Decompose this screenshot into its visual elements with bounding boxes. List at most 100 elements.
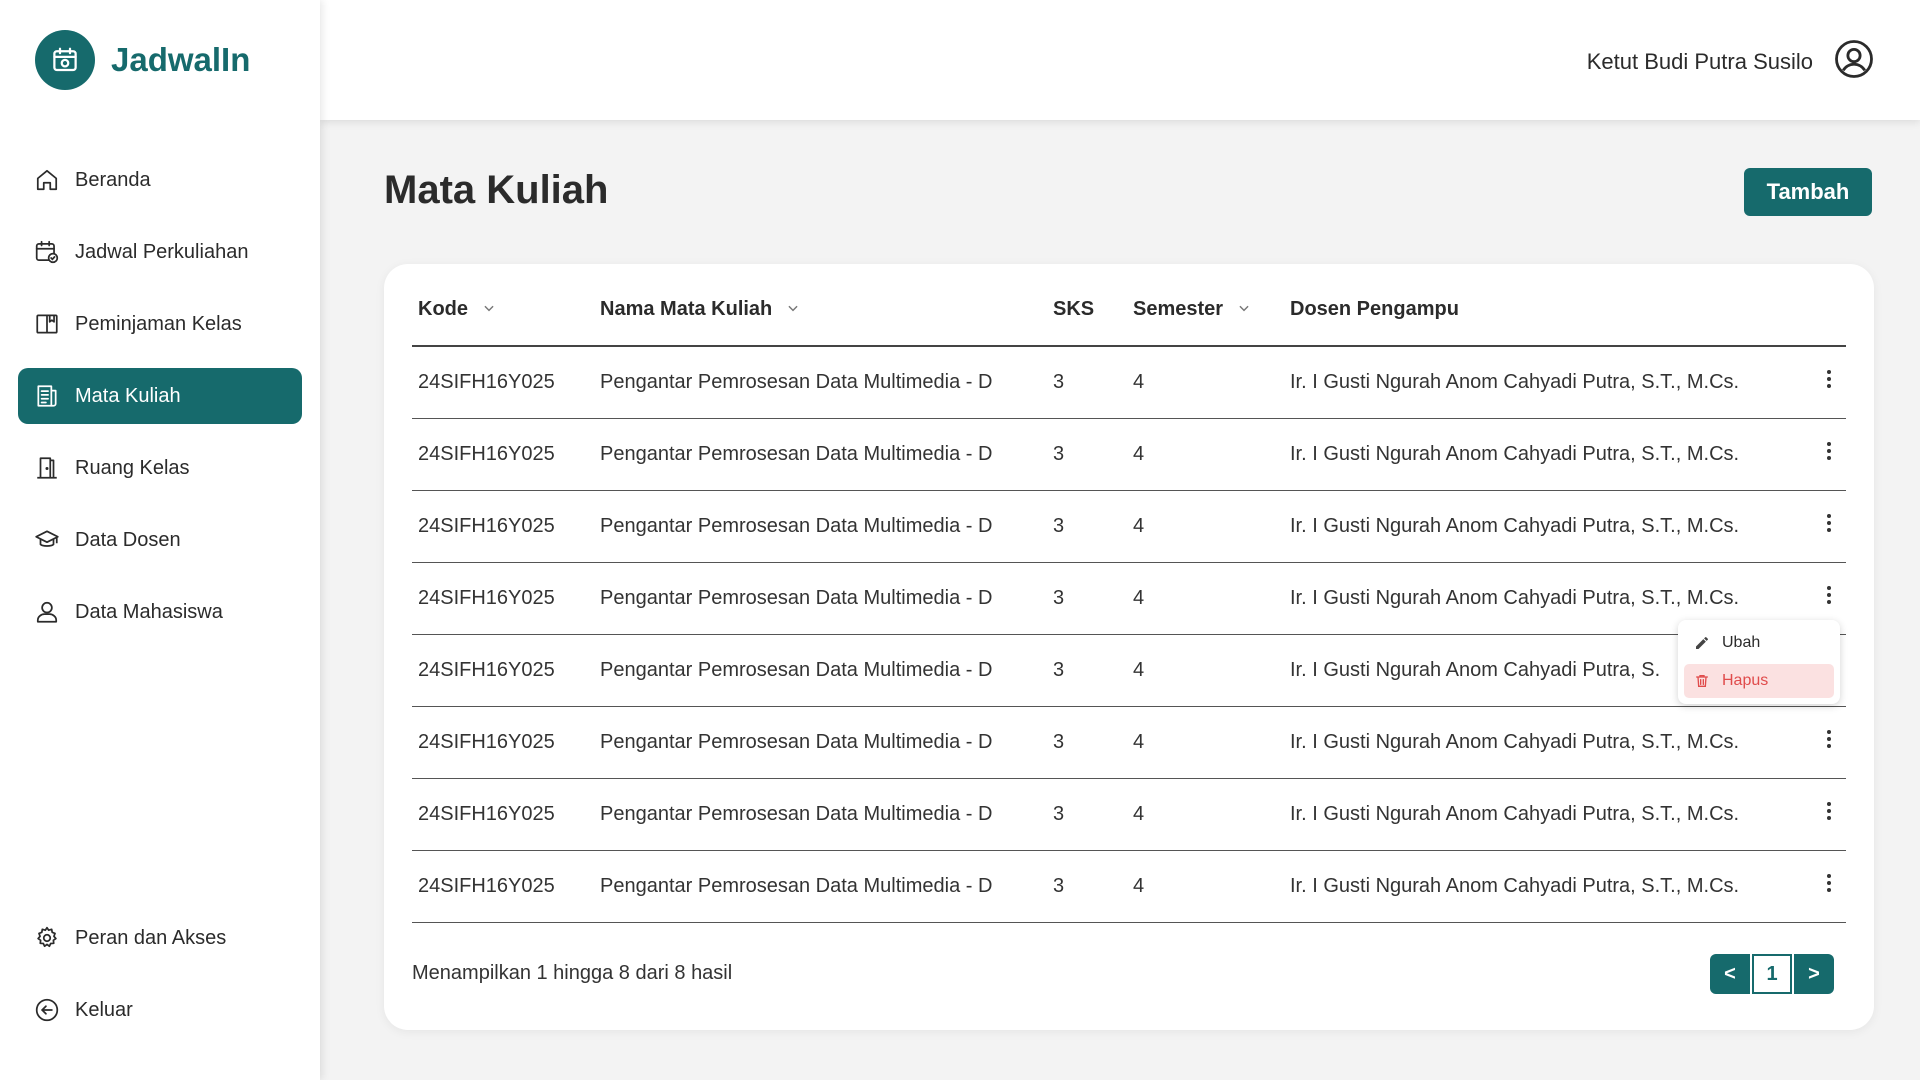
column-header-dosen-pengampu: Dosen Pengampu [1284, 274, 1806, 347]
chevron-down-icon[interactable] [482, 298, 496, 321]
cell-nama: Pengantar Pemrosesan Data Multimedia - D [594, 850, 1047, 923]
more-vertical-icon[interactable] [1826, 730, 1832, 754]
graduation-cap-icon [32, 525, 62, 555]
cell-nama: Pengantar Pemrosesan Data Multimedia - D [594, 418, 1047, 491]
sidebar-item-data-dosen[interactable]: Data Dosen [18, 512, 302, 568]
more-vertical-icon[interactable] [1826, 442, 1832, 466]
course-table-card: Kode Nama Mata Kuliah SKS Semester Dosen… [384, 264, 1874, 1030]
table-row: 24SIFH16Y025 Pengantar Pemrosesan Data M… [412, 562, 1846, 635]
cell-dosen: Ir. I Gusti Ngurah Anom Cahyadi Putra, S… [1284, 490, 1806, 563]
cell-sks: 3 [1047, 490, 1127, 563]
table-header-row: Kode Nama Mata Kuliah SKS Semester Dosen… [412, 274, 1846, 347]
cell-semester: 4 [1127, 346, 1284, 419]
edit-label: Ubah [1722, 634, 1761, 651]
column-header-label: Nama Mata Kuliah [600, 297, 773, 320]
cell-dosen: Ir. I Gusti Ngurah Anom Cahyadi Putra, S… [1284, 706, 1806, 779]
sidebar-item-peran-dan-akses[interactable]: Peran dan Akses [18, 910, 302, 966]
cell-semester: 4 [1127, 778, 1284, 851]
page-title: Mata Kuliah [384, 168, 609, 212]
brand-name: JadwalIn [111, 41, 251, 78]
sidebar-nav: Beranda Jadwal Perkuliahan Peminjaman Ke… [18, 152, 302, 656]
book-icon [32, 309, 62, 339]
cell-dosen: Ir. I Gusti Ngurah Anom Cahyadi Putra, S… [1284, 778, 1806, 851]
logout-icon [32, 995, 62, 1025]
column-header-kode[interactable]: Kode [412, 274, 594, 347]
top-header: Ketut Budi Putra Susilo [320, 0, 1920, 120]
door-icon [32, 453, 62, 483]
pagination: < 1 > [1710, 954, 1834, 994]
cell-sks: 3 [1047, 778, 1127, 851]
column-header-label: Semester [1133, 297, 1224, 320]
sidebar-item-ruang-kelas[interactable]: Ruang Kelas [18, 440, 302, 496]
previous-page-button[interactable]: < [1710, 954, 1750, 994]
row-menu-button[interactable] [1806, 706, 1846, 779]
cell-kode: 24SIFH16Y025 [412, 634, 594, 707]
more-vertical-icon[interactable] [1826, 802, 1832, 826]
cell-nama: Pengantar Pemrosesan Data Multimedia - D [594, 490, 1047, 563]
column-header-label: SKS [1053, 298, 1095, 320]
cell-kode: 24SIFH16Y025 [412, 418, 594, 491]
document-list-icon [32, 381, 62, 411]
column-header-sks: SKS [1047, 274, 1127, 347]
row-menu-button[interactable] [1806, 490, 1846, 563]
user-name: Ketut Budi Putra Susilo [1586, 48, 1813, 74]
pencil-icon [1692, 635, 1712, 651]
cell-semester: 4 [1127, 418, 1284, 491]
chevron-down-icon[interactable] [786, 298, 800, 321]
sidebar-item-jadwal-perkuliahan[interactable]: Jadwal Perkuliahan [18, 224, 302, 280]
more-vertical-icon[interactable] [1826, 514, 1832, 538]
sidebar-item-label: Ruang Kelas [75, 456, 190, 479]
column-header-label: Dosen Pengampu [1290, 298, 1459, 320]
course-table: Kode Nama Mata Kuliah SKS Semester Dosen… [412, 274, 1846, 923]
cell-nama: Pengantar Pemrosesan Data Multimedia - D [594, 778, 1047, 851]
user-avatar-icon[interactable] [1833, 38, 1875, 85]
gear-icon [32, 923, 62, 953]
cell-dosen: Ir. I Gusti Ngurah Anom Cahyadi Putra, S… [1284, 850, 1806, 923]
sidebar-item-label: Beranda [75, 168, 151, 191]
sidebar-item-label: Mata Kuliah [75, 384, 181, 407]
table-row: 24SIFH16Y025 Pengantar Pemrosesan Data M… [412, 706, 1846, 779]
next-page-button[interactable]: > [1794, 954, 1834, 994]
current-page-button[interactable]: 1 [1752, 954, 1792, 994]
cell-kode: 24SIFH16Y025 [412, 562, 594, 635]
table-body: 24SIFH16Y025 Pengantar Pemrosesan Data M… [412, 346, 1846, 923]
cell-nama: Pengantar Pemrosesan Data Multimedia - D [594, 346, 1047, 419]
add-button[interactable]: Tambah [1744, 168, 1872, 216]
cell-sks: 3 [1047, 346, 1127, 419]
cell-semester: 4 [1127, 634, 1284, 707]
user-menu[interactable]: Ketut Budi Putra Susilo [1587, 38, 1875, 85]
row-menu-button[interactable] [1806, 778, 1846, 851]
cell-sks: 3 [1047, 562, 1127, 635]
cell-dosen: Ir. I Gusti Ngurah Anom Cahyadi Putra, S… [1284, 346, 1806, 419]
chevron-down-icon[interactable] [1237, 298, 1251, 321]
column-header-nama-mata-kuliah[interactable]: Nama Mata Kuliah [594, 274, 1047, 347]
sidebar-item-keluar[interactable]: Keluar [18, 982, 302, 1038]
table-row: 24SIFH16Y025 Pengantar Pemrosesan Data M… [412, 490, 1846, 563]
sidebar-item-beranda[interactable]: Beranda [18, 152, 302, 208]
sidebar-item-peminjaman-kelas[interactable]: Peminjaman Kelas [18, 296, 302, 352]
sidebar-item-label: Keluar [75, 998, 133, 1021]
more-vertical-icon[interactable] [1826, 370, 1832, 394]
sidebar-item-mata-kuliah[interactable]: Mata Kuliah [18, 368, 302, 424]
calendar-check-icon [32, 237, 62, 267]
brand[interactable]: JadwalIn [35, 30, 250, 90]
row-menu-button[interactable] [1806, 850, 1846, 923]
cell-semester: 4 [1127, 706, 1284, 779]
more-vertical-icon[interactable] [1826, 586, 1832, 610]
edit-menu-item[interactable]: Ubah [1684, 626, 1834, 660]
cell-sks: 3 [1047, 706, 1127, 779]
sidebar-item-label: Peran dan Akses [75, 926, 227, 949]
row-menu-button[interactable] [1806, 346, 1846, 419]
row-menu-button[interactable] [1806, 418, 1846, 491]
cell-sks: 3 [1047, 634, 1127, 707]
sidebar: JadwalIn Beranda Jadwal Perkuliahan Pemi… [0, 0, 320, 1080]
table-row: 24SIFH16Y025 Pengantar Pemrosesan Data M… [412, 634, 1846, 707]
cell-kode: 24SIFH16Y025 [412, 490, 594, 563]
column-header-semester[interactable]: Semester [1127, 274, 1284, 347]
home-icon [32, 165, 62, 195]
cell-sks: 3 [1047, 418, 1127, 491]
sidebar-item-data-mahasiswa[interactable]: Data Mahasiswa [18, 584, 302, 640]
delete-menu-item[interactable]: Hapus [1684, 664, 1834, 698]
more-vertical-icon[interactable] [1826, 874, 1832, 898]
sidebar-item-label: Data Mahasiswa [75, 600, 223, 623]
